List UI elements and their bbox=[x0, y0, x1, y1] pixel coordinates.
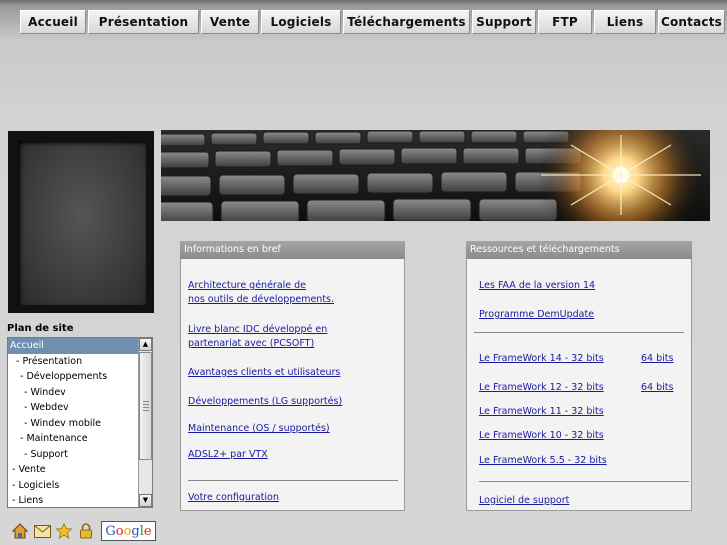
link-avantages[interactable]: Avantages clients et utilisateurs bbox=[188, 366, 340, 380]
sitemap-title: Plan de site bbox=[7, 323, 74, 334]
resources-panel: Ressources et téléchargements Les FAA de… bbox=[466, 241, 692, 511]
resources-divider-bottom bbox=[479, 481, 689, 482]
resources-divider-top bbox=[474, 332, 684, 333]
sitemap-item-logiciels[interactable]: - Logiciels bbox=[8, 478, 139, 494]
sitemap-item-label: - Logiciels bbox=[12, 479, 60, 491]
tab-ftp[interactable]: FTP bbox=[538, 10, 592, 34]
google-letter: e bbox=[143, 523, 152, 539]
resources-panel-title: Ressources et téléchargements bbox=[466, 241, 692, 259]
tab-telechargements[interactable]: Téléchargements bbox=[343, 10, 470, 34]
info-panel: Informations en bref Architecture généra… bbox=[180, 241, 405, 511]
sitemap-item-label: - Windev mobile bbox=[24, 417, 102, 429]
link-framework-10-32[interactable]: Le FrameWork 10 - 32 bits bbox=[479, 429, 604, 443]
tab-accueil[interactable]: Accueil bbox=[20, 10, 86, 34]
sitemap-item-label: - Liens bbox=[12, 495, 44, 506]
tab-support[interactable]: Support bbox=[472, 10, 536, 34]
sitemap-item-liens[interactable]: - Liens bbox=[8, 493, 139, 507]
keyboard-banner bbox=[161, 130, 710, 221]
mail-icon[interactable] bbox=[33, 522, 51, 540]
lock-icon[interactable] bbox=[77, 522, 95, 540]
link-faa-v14[interactable]: Les FAA de la version 14 bbox=[479, 279, 595, 293]
sitemap-listbox[interactable]: Accueil - Présentation - Développements … bbox=[7, 337, 153, 508]
link-livre-blanc-2[interactable]: partenariat avec (PCSOFT) bbox=[188, 337, 314, 351]
sitemap-item-label: Accueil bbox=[10, 340, 44, 351]
link-votre-configuration[interactable]: Votre configuration bbox=[188, 491, 279, 505]
link-framework-14-64[interactable]: 64 bits bbox=[641, 352, 673, 366]
tab-presentation[interactable]: Présentation bbox=[88, 10, 199, 34]
sitemap-item-accueil[interactable]: Accueil bbox=[8, 338, 139, 354]
scroll-down-button[interactable]: ▼ bbox=[139, 494, 152, 507]
sitemap-item-label: - Maintenance bbox=[20, 433, 88, 444]
sitemap-item-presentation[interactable]: - Présentation bbox=[8, 354, 139, 370]
left-image-frame bbox=[8, 131, 154, 313]
tab-vente[interactable]: Vente bbox=[201, 10, 259, 34]
sitemap-item-maintenance[interactable]: - Maintenance bbox=[8, 431, 139, 447]
scroll-up-button[interactable]: ▲ bbox=[139, 338, 152, 351]
sitemap-item-label: - Développements bbox=[20, 371, 108, 382]
sitemap-item-webdev[interactable]: - Webdev bbox=[8, 400, 139, 416]
sitemap-item-label: - Présentation bbox=[16, 355, 83, 367]
home-icon[interactable] bbox=[11, 522, 29, 540]
link-maintenance[interactable]: Maintenance (OS / supportés) bbox=[188, 422, 330, 436]
link-framework-12-64[interactable]: 64 bits bbox=[641, 381, 673, 395]
google-search-button[interactable]: Google bbox=[101, 521, 156, 541]
google-letter: o bbox=[115, 523, 124, 539]
link-developpements[interactable]: Développements (LG supportés) bbox=[188, 395, 342, 409]
tab-logiciels[interactable]: Logiciels bbox=[261, 10, 341, 34]
left-image-placeholder bbox=[18, 141, 146, 305]
link-demupdate[interactable]: Programme DemUpdate bbox=[479, 308, 594, 322]
sitemap-list: Accueil - Présentation - Développements … bbox=[8, 338, 139, 507]
top-navigation: Accueil Présentation Vente Logiciels Tél… bbox=[20, 10, 725, 34]
sitemap-item-label: - Windev bbox=[24, 386, 66, 398]
sitemap-item-label: - Vente bbox=[12, 464, 46, 475]
sitemap-item-windev-mobile[interactable]: - Windev mobile bbox=[8, 416, 139, 432]
link-framework-11-32[interactable]: Le FrameWork 11 - 32 bits bbox=[479, 405, 604, 419]
scroll-grip-icon bbox=[143, 401, 149, 413]
link-architecture[interactable]: Architecture générale de bbox=[188, 279, 306, 293]
info-divider bbox=[188, 480, 398, 481]
link-logiciel-support[interactable]: Logiciel de support bbox=[479, 494, 569, 508]
google-letter: g bbox=[131, 523, 140, 539]
link-adsl[interactable]: ADSL2+ par VTX bbox=[188, 448, 268, 462]
sitemap-item-developpements[interactable]: - Développements bbox=[8, 369, 139, 385]
link-framework-12-32[interactable]: Le FrameWork 12 - 32 bits bbox=[479, 381, 604, 395]
sitemap-item-support[interactable]: - Support bbox=[8, 447, 139, 463]
favorite-star-icon[interactable] bbox=[55, 522, 73, 540]
tab-contacts[interactable]: Contacts bbox=[658, 10, 725, 34]
sitemap-item-label: - Support bbox=[24, 448, 69, 460]
link-architecture-2[interactable]: nos outils de développements. bbox=[188, 293, 334, 307]
sitemap-item-windev[interactable]: - Windev bbox=[8, 385, 139, 401]
sitemap-scrollbar[interactable]: ▲ ▼ bbox=[138, 338, 152, 507]
scroll-thumb[interactable] bbox=[139, 352, 152, 460]
sitemap-item-label: - Webdev bbox=[24, 402, 69, 413]
info-panel-title: Informations en bref bbox=[180, 241, 405, 259]
google-letter: o bbox=[123, 523, 132, 539]
sitemap-item-vente[interactable]: - Vente bbox=[8, 462, 139, 478]
link-livre-blanc[interactable]: Livre blanc IDC développé en bbox=[188, 323, 327, 337]
footer-icon-bar: Google bbox=[11, 521, 156, 541]
tab-liens[interactable]: Liens bbox=[594, 10, 656, 34]
link-framework-55-32[interactable]: Le FrameWork 5.5 - 32 bits bbox=[479, 454, 607, 468]
link-framework-14-32[interactable]: Le FrameWork 14 - 32 bits bbox=[479, 352, 604, 366]
google-letter: G bbox=[105, 523, 116, 539]
